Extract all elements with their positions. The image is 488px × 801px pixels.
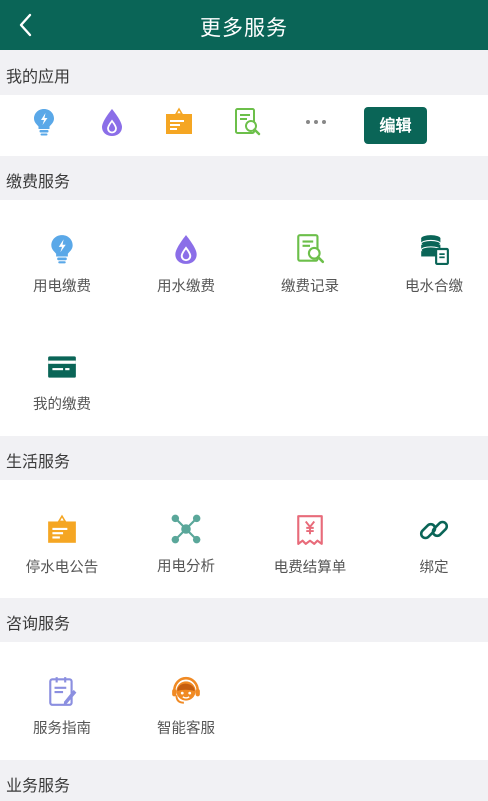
section-title-business: 业务服务: [6, 776, 71, 795]
receipt-icon: [297, 515, 323, 545]
top-bar: 更多服务: [0, 0, 488, 50]
grid-item-service-guide[interactable]: 服务指南: [0, 675, 124, 738]
grid-item-label: 绑定: [419, 560, 449, 576]
grid-item-payment-record[interactable]: 缴费记录: [248, 233, 372, 296]
coins-icon: [420, 235, 449, 265]
life-panel: 停水电公告 用电分析 电费结算单 绑定: [0, 480, 488, 598]
grid-item-water-payment[interactable]: 用水缴费: [124, 233, 248, 296]
guide-icon: [49, 677, 77, 706]
notice-board-icon: [48, 514, 76, 543]
section-title-life: 生活服务: [6, 452, 71, 471]
my-apps-row: 编辑: [0, 95, 488, 156]
page-title: 更多服务: [200, 16, 288, 40]
grid-item-bind[interactable]: 绑定: [372, 514, 488, 577]
notice-board-icon[interactable]: [164, 107, 194, 137]
grid-item-label: 用电缴费: [33, 279, 91, 295]
grid-item-label: 用水缴费: [157, 279, 215, 295]
record-search-icon: [297, 234, 325, 264]
grid-item-label: 停水电公告: [25, 560, 99, 576]
water-drop-icon: [175, 235, 197, 264]
bulb-icon: [51, 235, 73, 264]
link-icon: [419, 520, 449, 540]
record-search-icon[interactable]: [232, 107, 262, 137]
customer-service-icon: [172, 676, 200, 704]
more-icon[interactable]: [301, 107, 331, 137]
card-icon: [48, 356, 76, 378]
edit-button[interactable]: 编辑: [364, 107, 427, 144]
section-title-payment: 缴费服务: [6, 172, 71, 191]
grid-item-label: 我的缴费: [33, 397, 91, 413]
water-drop-icon[interactable]: [97, 107, 127, 137]
grid-item-my-payment[interactable]: 我的缴费: [0, 351, 124, 414]
grid-item-bill-statement[interactable]: 电费结算单: [248, 514, 372, 577]
consult-panel: 服务指南 智能客服: [0, 642, 488, 760]
grid-item-label: 用电分析: [157, 559, 215, 575]
grid-item-usage-analysis[interactable]: 用电分析: [124, 513, 248, 576]
bulb-icon[interactable]: [29, 107, 59, 137]
section-title-my-apps: 我的应用: [6, 67, 71, 86]
grid-item-label: 智能客服: [157, 721, 215, 737]
grid-item-label: 缴费记录: [281, 279, 339, 295]
payment-panel: 用电缴费 用水缴费 缴费记录 电水合缴 我的缴费: [0, 200, 488, 436]
network-icon: [171, 514, 201, 544]
grid-item-label: 电费结算单: [273, 560, 347, 576]
section-title-consult: 咨询服务: [6, 614, 71, 633]
grid-item-combined-payment[interactable]: 电水合缴: [372, 233, 488, 296]
grid-item-outage-notice[interactable]: 停水电公告: [0, 514, 124, 577]
grid-item-label: 服务指南: [33, 721, 91, 737]
grid-item-smart-support[interactable]: 智能客服: [124, 675, 248, 738]
grid-item-label: 电水合缴: [405, 279, 463, 295]
grid-item-electricity-payment[interactable]: 用电缴费: [0, 233, 124, 296]
